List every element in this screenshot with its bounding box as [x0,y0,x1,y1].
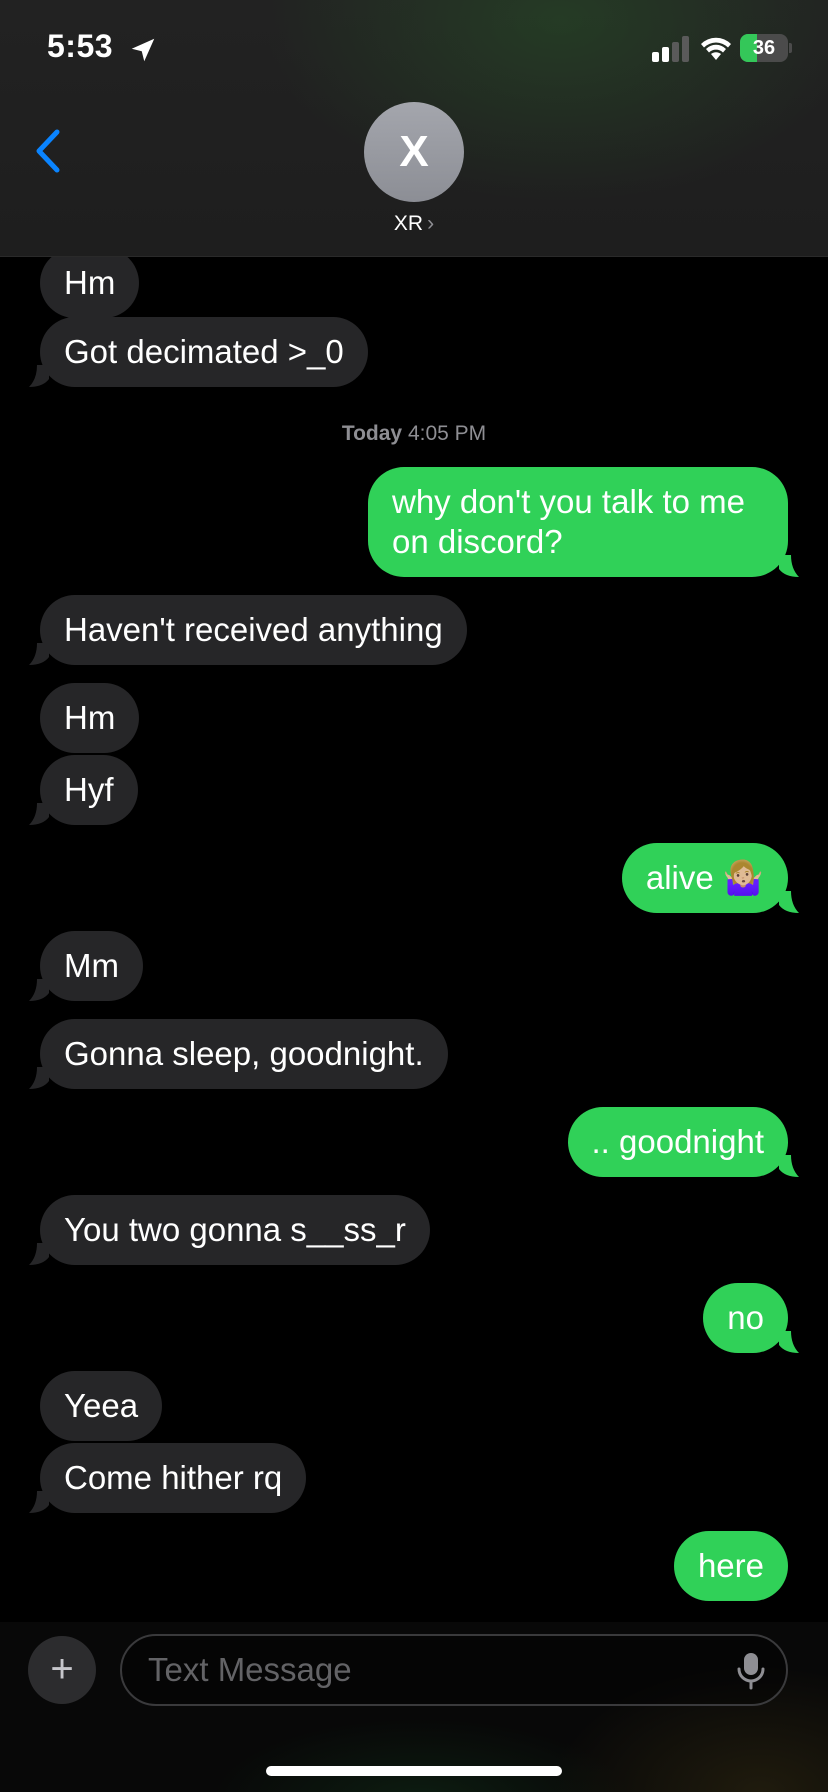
message-outgoing[interactable]: here [673,1531,788,1601]
message-outgoing[interactable]: .. goodnight [567,1107,799,1177]
message-input[interactable]: Text Message [120,1634,788,1706]
home-indicator[interactable] [266,1766,562,1776]
contact-name-button[interactable]: XR › [0,212,828,236]
chevron-right-icon: › [427,212,435,235]
location-arrow-icon [131,38,155,62]
message-outgoing[interactable]: alive 🤷🏼‍♀️ [621,843,799,913]
message-incoming[interactable]: Haven't received anything [29,595,467,665]
messages-screen: 5:53 36 X XR › Hm Got decimated >_0 Toda… [0,0,828,1792]
message-incoming[interactable]: Hyf [29,755,138,825]
status-time: 5:53 [47,28,114,64]
chevron-left-icon[interactable] [30,126,66,176]
microphone-icon[interactable] [736,1652,766,1690]
message-incoming[interactable]: Yeea [40,1371,163,1441]
message-incoming[interactable]: Hm [40,248,140,318]
add-attachment-button[interactable]: + [28,1636,96,1704]
conversation-header: 5:53 36 X XR › [0,0,828,257]
battery-percent: 36 [752,37,776,59]
message-incoming[interactable]: You two gonna s__ss_r [29,1195,430,1265]
message-incoming[interactable]: Got decimated >_0 [29,317,368,387]
message-incoming[interactable]: Come hither rq [29,1443,307,1513]
message-outgoing[interactable]: no [703,1283,799,1353]
message-incoming[interactable]: Gonna sleep, goodnight. [29,1019,448,1089]
wifi-icon [701,37,731,60]
timestamp: Today 4:05 PM [341,422,487,445]
battery-indicator: 36 [740,34,792,62]
contact-name: XR [393,212,424,235]
message-input-placeholder: Text Message [148,1651,352,1688]
message-incoming[interactable]: Mm [29,931,143,1001]
contact-avatar[interactable]: X [364,102,464,202]
cellular-signal-icon [652,36,689,62]
message-outgoing[interactable]: why don't you talk to me on discord? [368,467,799,577]
message-incoming[interactable]: Hm [40,683,140,753]
